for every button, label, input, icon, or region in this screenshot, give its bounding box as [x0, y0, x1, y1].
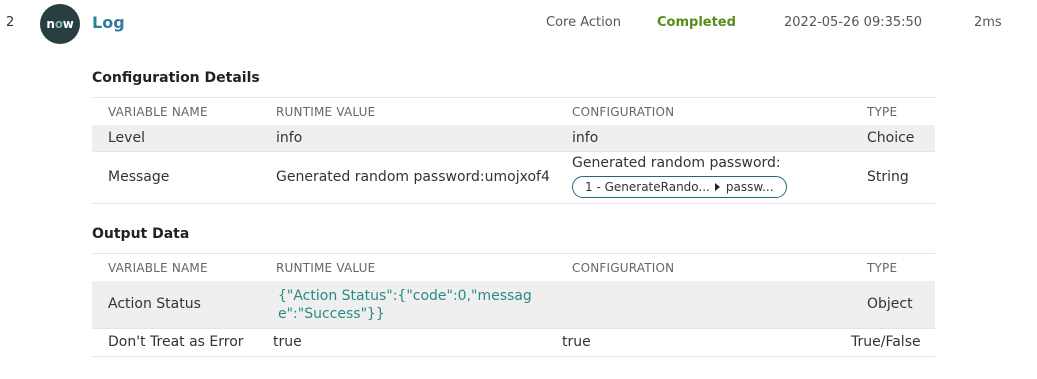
- type-value: True/False: [851, 334, 921, 350]
- configuration-table: VARIABLE NAME RUNTIME VALUE CONFIGURATIO…: [92, 97, 935, 205]
- action-name-link[interactable]: Log: [92, 13, 125, 32]
- table-header-row: VARIABLE NAME RUNTIME VALUE CONFIGURATIO…: [92, 97, 935, 126]
- table-row: Action Status {"Action Status":{"code":0…: [92, 281, 935, 329]
- configuration-value: true: [562, 334, 591, 350]
- header-variable-name: VARIABLE NAME: [108, 261, 208, 275]
- timestamp: 2022-05-26 09:35:50: [784, 15, 923, 30]
- data-pill[interactable]: 1 - GenerateRando... passw...: [572, 176, 787, 198]
- data-pill-source: 1 - GenerateRando...: [585, 180, 710, 194]
- runtime-value: true: [273, 334, 302, 350]
- header-type: TYPE: [867, 261, 898, 275]
- caret-right-icon: [714, 183, 720, 191]
- variable-name: Action Status: [108, 296, 201, 312]
- runtime-value: info: [276, 130, 303, 146]
- type-value: Choice: [867, 130, 915, 146]
- duration: 2ms: [974, 15, 1002, 30]
- header-configuration: CONFIGURATION: [572, 261, 675, 275]
- table-row: Level info info Choice: [92, 125, 935, 152]
- status-badge: Completed: [657, 15, 736, 30]
- runtime-value-json: {"Action Status":{"code":0,"message":"Su…: [278, 288, 532, 322]
- type-value: Object: [867, 296, 913, 312]
- table-row: Don't Treat as Error true true True/Fals…: [92, 329, 935, 357]
- variable-name: Level: [108, 130, 145, 146]
- table-header-row: VARIABLE NAME RUNTIME VALUE CONFIGURATIO…: [92, 253, 935, 282]
- header-type: TYPE: [867, 105, 898, 119]
- header-variable-name: VARIABLE NAME: [108, 105, 208, 119]
- header-runtime-value: RUNTIME VALUE: [276, 105, 376, 119]
- output-data-title: Output Data: [92, 226, 190, 242]
- data-pill-field: passw...: [725, 180, 774, 194]
- header-runtime-value: RUNTIME VALUE: [276, 261, 376, 275]
- output-table: VARIABLE NAME RUNTIME VALUE CONFIGURATIO…: [92, 253, 935, 359]
- configuration-details-title: Configuration Details: [92, 70, 260, 86]
- table-row: Message Generated random password:umojxo…: [92, 152, 935, 204]
- variable-name: Message: [108, 169, 170, 185]
- variable-name: Don't Treat as Error: [108, 334, 244, 350]
- action-type: Core Action: [546, 15, 621, 30]
- type-value: String: [867, 169, 909, 185]
- step-number: 2: [6, 15, 15, 30]
- configuration-value: info: [572, 130, 599, 146]
- servicenow-logo-icon: now: [40, 4, 80, 44]
- runtime-value: Generated random password:umojxof4: [276, 169, 550, 185]
- configuration-value: Generated random password:: [572, 155, 781, 171]
- header-configuration: CONFIGURATION: [572, 105, 675, 119]
